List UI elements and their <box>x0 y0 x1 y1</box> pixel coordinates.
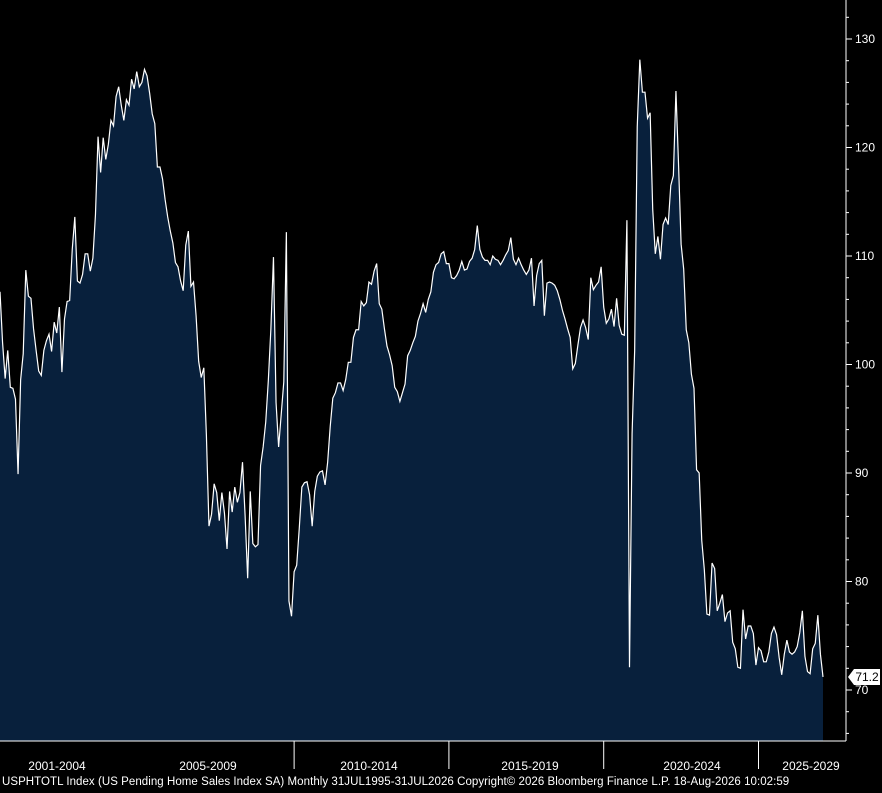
last-value-text: 71.2 <box>855 670 879 684</box>
y-tick-label: 80 <box>855 575 869 589</box>
x-period-label: 2005-2009 <box>179 759 237 773</box>
y-tick-label: 120 <box>855 141 875 155</box>
y-tick-label: 90 <box>855 466 869 480</box>
last-value-label: 71.2 <box>848 668 880 685</box>
x-period-label: 2020-2024 <box>663 759 721 773</box>
y-tick-label: 130 <box>855 32 875 46</box>
x-period-label: 2010-2014 <box>340 759 398 773</box>
y-tick-label: 100 <box>855 358 875 372</box>
footer-caption: USPHTOTL Index (US Pending Home Sales In… <box>2 776 790 788</box>
chart: 70 80 90 100 110 120 130 2001-2004 2005-2009 201… <box>0 0 882 793</box>
x-period-label: 2001-2004 <box>28 759 86 773</box>
x-period-label: 2025-2029 <box>782 759 840 773</box>
y-tick-label: 110 <box>855 249 874 263</box>
y-tick-label: 70 <box>855 683 869 697</box>
x-period-label: 2015-2019 <box>501 759 559 773</box>
